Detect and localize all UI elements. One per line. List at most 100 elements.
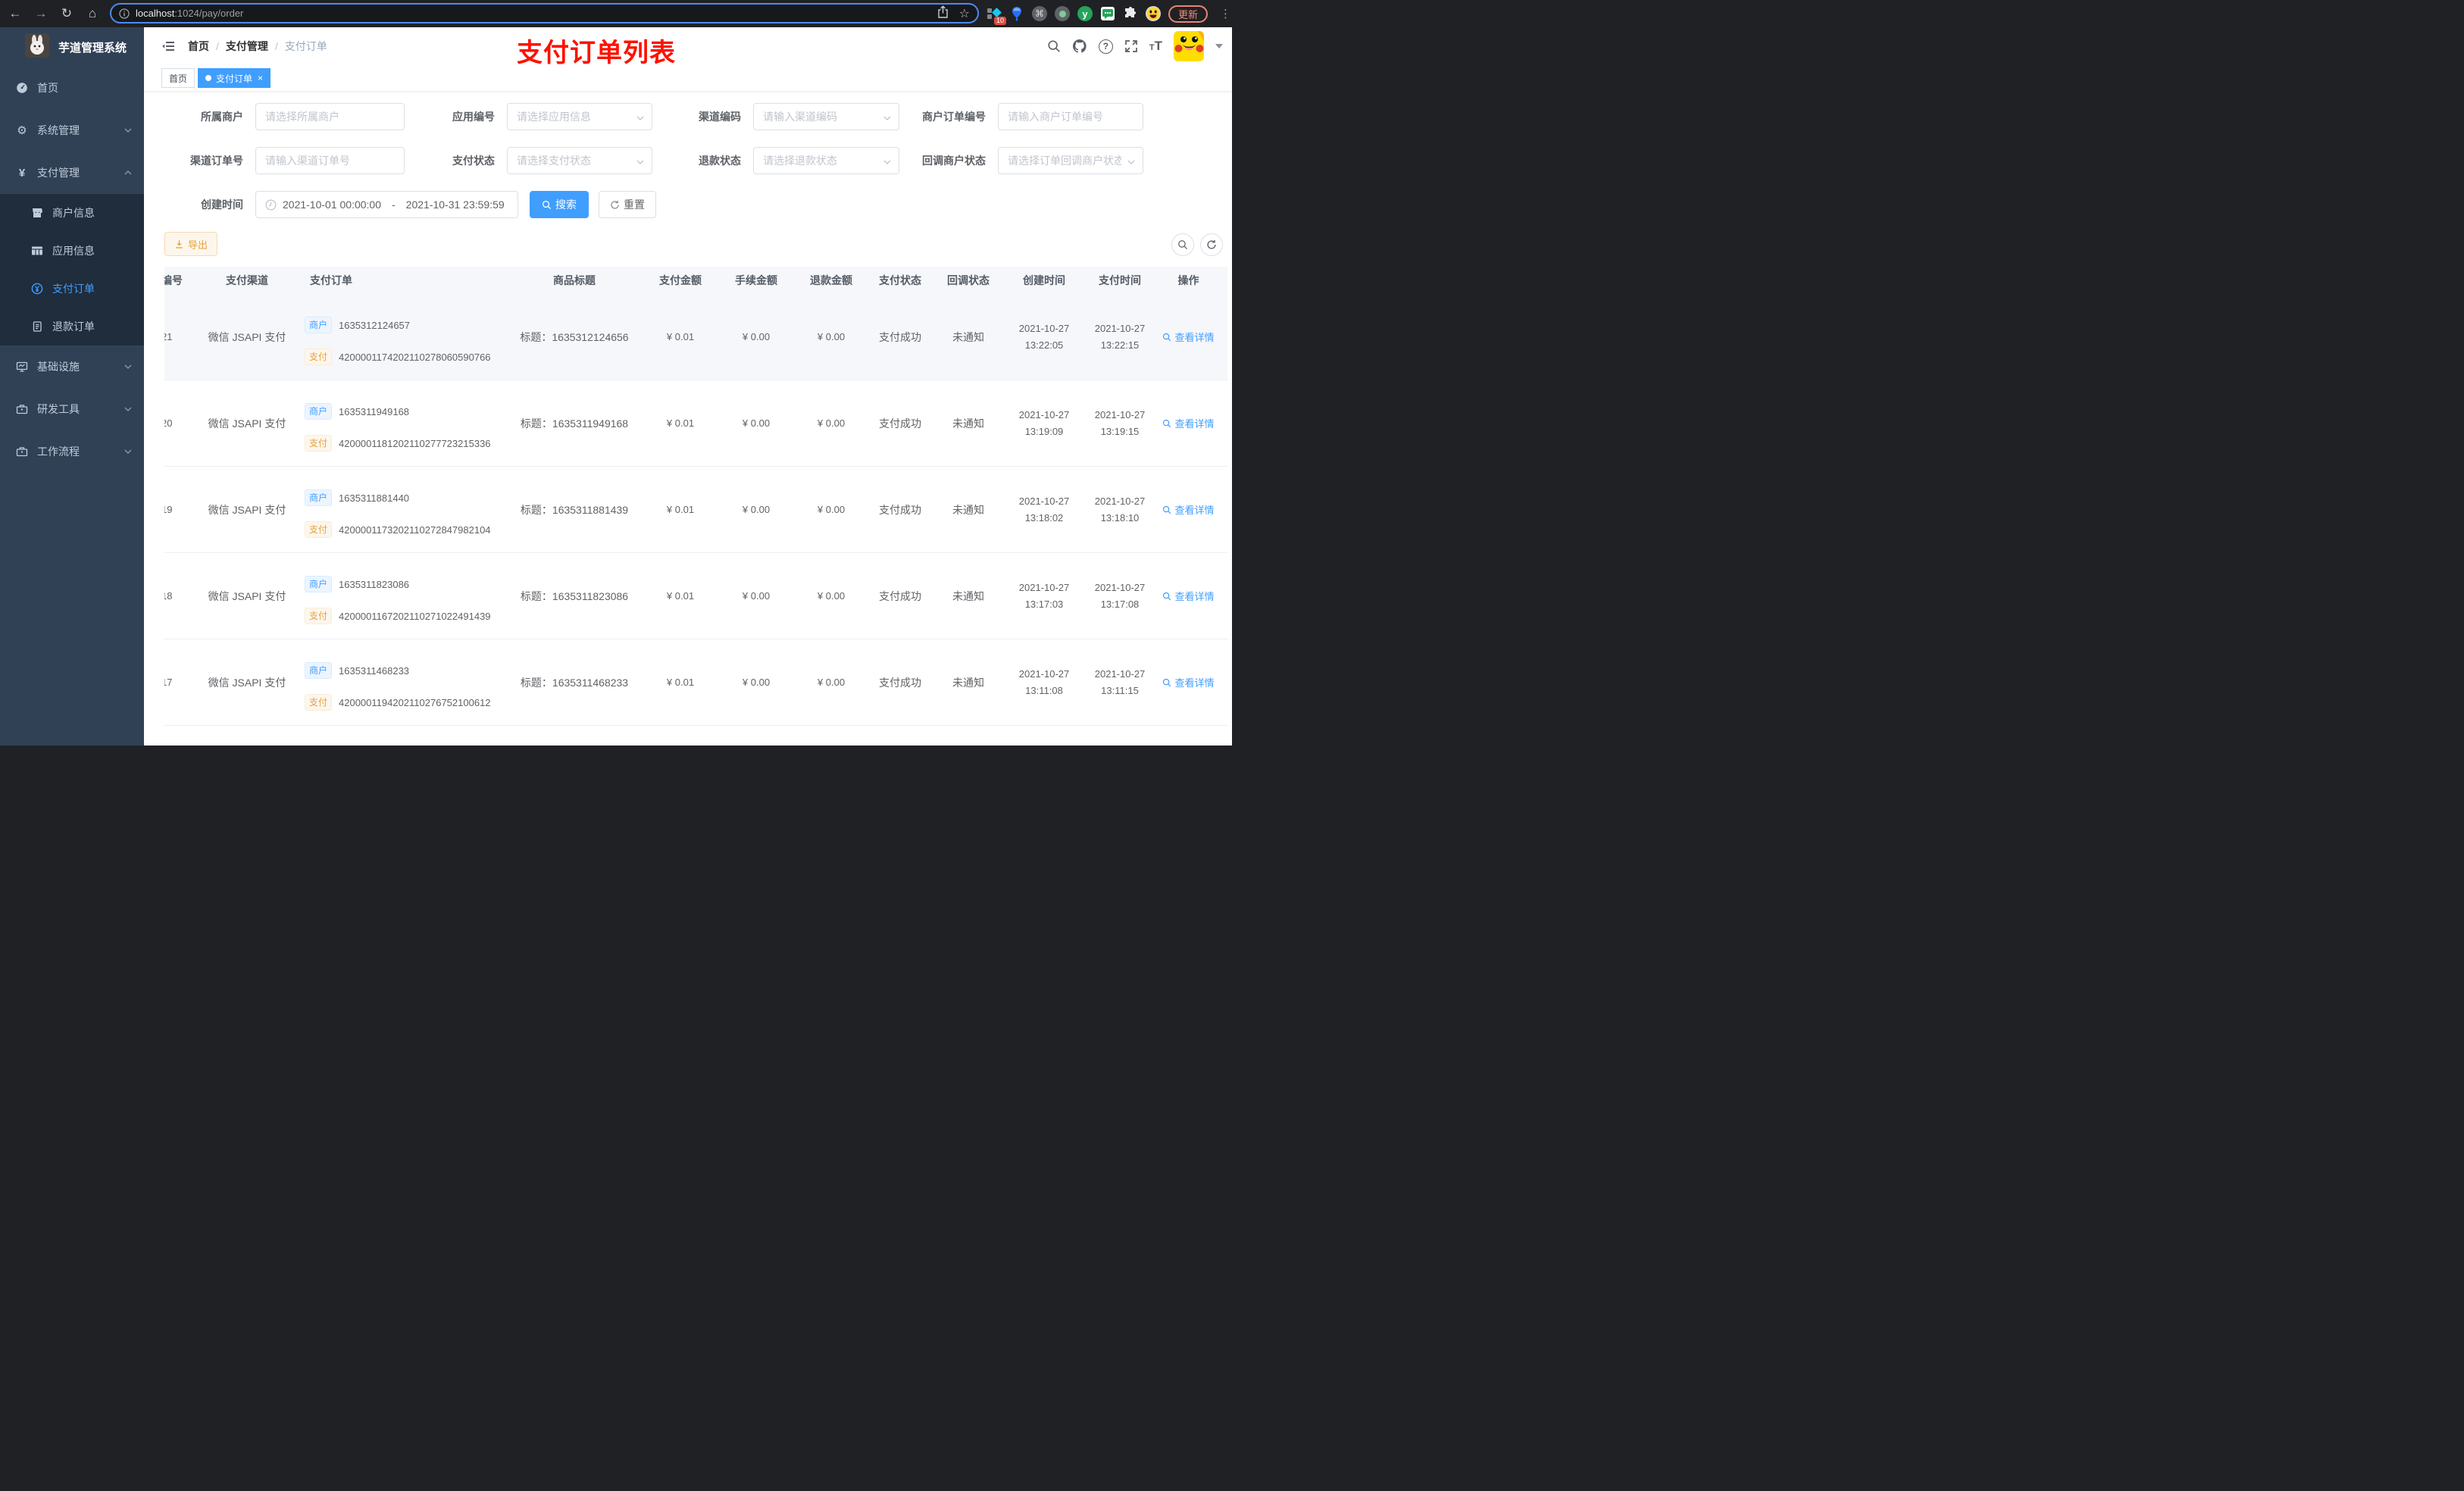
breadcrumb-payment[interactable]: 支付管理	[226, 39, 268, 54]
sidebar-item-devtools[interactable]: 研发工具	[0, 388, 144, 430]
pay-status-select[interactable]: 请选择支付状态	[507, 147, 652, 174]
sidebar-item-refund-order[interactable]: 退款订单	[0, 308, 144, 345]
share-icon[interactable]	[937, 5, 949, 22]
user-avatar[interactable]	[1174, 31, 1204, 61]
sidebar-item-merchant-info[interactable]: 商户信息	[0, 194, 144, 232]
table-row: 商户 1635311251736	[164, 726, 1227, 746]
pay-channel: 微信 JSAPI 支付	[208, 589, 286, 602]
search-icon[interactable]	[1047, 39, 1061, 53]
actions-cell: 查看详情	[1149, 294, 1227, 380]
order-id	[164, 726, 195, 746]
filter-form: 所属商户 请选择所属商户 应用编号 请选择应用信息 渠道编码 请输入渠道编码 商…	[164, 103, 1143, 218]
chat-extension-icon[interactable]	[1100, 6, 1115, 21]
avatar-caret-icon[interactable]	[1215, 44, 1223, 48]
browser-back-button[interactable]: ←	[5, 0, 26, 27]
view-details-link[interactable]: 查看详情	[1162, 675, 1215, 689]
view-details-link[interactable]: 查看详情	[1162, 330, 1215, 344]
product-title	[490, 726, 658, 746]
col-header-channel: 支付渠道	[226, 274, 268, 286]
sidebar-logo[interactable]: 芋道管理系统	[0, 27, 144, 67]
app-title: 芋道管理系统	[58, 41, 127, 55]
tab-pay-order[interactable]: 支付订单 ×	[198, 68, 271, 88]
refresh-button[interactable]	[1200, 233, 1223, 256]
merchant-order-no: 1635311949168	[339, 405, 410, 417]
app-window: ← → ↻ ⌂ localhost:1024/pay/order ☆ 10 ⌘ …	[0, 0, 1232, 746]
chevron-down-icon	[636, 113, 645, 127]
channel-order-no: 4200001181202110277723215336	[339, 437, 491, 449]
table-header-row: 编号 支付渠道 支付订单 商品标题 支付金额 手续金额 退款金额 支付状态 回调…	[164, 267, 1227, 294]
product-title: 标题：1635311949168	[520, 417, 629, 430]
export-button[interactable]: 导出	[164, 232, 218, 256]
header-actions: ? TT	[1047, 27, 1223, 65]
view-details-link[interactable]: 查看详情	[1162, 416, 1215, 430]
field-label: 回调商户状态	[922, 155, 986, 167]
sidebar-item-pay-order[interactable]: 支付订单	[0, 270, 144, 308]
pay-channel	[200, 726, 294, 746]
recorder-extension-icon[interactable]	[1055, 6, 1070, 21]
sidebar-item-infra[interactable]: 基础设施	[0, 345, 144, 388]
actions-cell: 查看详情	[1149, 639, 1227, 725]
sidebar-toggle-icon[interactable]	[161, 39, 175, 57]
col-header-title: 商品标题	[553, 274, 596, 286]
logo-rabbit-avatar	[25, 33, 49, 61]
breadcrumb: 首页 / 支付管理 / 支付订单	[188, 39, 327, 54]
col-header-pay-order: 支付订单	[310, 274, 352, 286]
help-icon[interactable]: ?	[1098, 39, 1113, 54]
address-bar[interactable]: localhost:1024/pay/order ☆	[110, 3, 979, 23]
annotation-title: 支付订单列表	[517, 39, 676, 67]
order-id: 20	[164, 417, 173, 429]
site-info-icon[interactable]	[119, 8, 130, 19]
breadcrumb-home[interactable]: 首页	[188, 39, 209, 54]
emoji-extension-icon[interactable]	[1146, 6, 1161, 21]
merchant-order-no-input[interactable]: 请输入商户订单编号	[998, 103, 1143, 130]
sidebar-item-payment[interactable]: ¥ 支付管理	[0, 152, 144, 194]
shop-icon	[31, 207, 43, 219]
col-header-id: 编号	[164, 274, 183, 286]
browser-reload-button[interactable]: ↻	[56, 0, 77, 27]
app-select[interactable]: 请选择应用信息	[507, 103, 652, 130]
chevron-down-icon	[124, 447, 133, 456]
sidebar-item-workflow[interactable]: 工作流程	[0, 430, 144, 473]
extensions-puzzle-icon[interactable]	[1123, 6, 1138, 21]
search-button[interactable]: 搜索	[530, 191, 589, 218]
reset-button[interactable]: 重置	[599, 191, 656, 218]
browser-menu-icon[interactable]: ⋮	[1220, 7, 1231, 20]
channel-order-no: 4200001194202110276752100612	[339, 696, 491, 708]
sidebar-item-app-info[interactable]: 应用信息	[0, 232, 144, 270]
merchant-tag: 商户	[305, 662, 333, 679]
briefcase-icon	[16, 403, 28, 415]
tags-view: 首页 支付订单 ×	[144, 65, 1232, 92]
font-size-icon[interactable]: TT	[1149, 39, 1162, 54]
pay-tag: 支付	[305, 435, 333, 452]
proxy-extension-icon[interactable]: 10	[987, 6, 1006, 25]
tab-home[interactable]: 首页	[161, 68, 195, 88]
field-label: 创建时间	[201, 198, 243, 211]
y-extension-icon[interactable]: y	[1077, 6, 1093, 21]
bookmark-star-icon[interactable]: ☆	[959, 6, 970, 21]
browser-forward-button[interactable]: →	[30, 0, 52, 27]
channel-order-no-input[interactable]: 请输入渠道订单号	[255, 147, 405, 174]
browser-update-button[interactable]: 更新	[1168, 5, 1209, 23]
app-header: 首页 / 支付管理 / 支付订单 ? TT	[144, 27, 1232, 65]
command-extension-icon[interactable]: ⌘	[1032, 6, 1047, 21]
create-time-range-input[interactable]: 2021-10-01 00:00:00 - 2021-10-31 23:59:5…	[255, 191, 518, 218]
toggle-search-button[interactable]	[1171, 233, 1194, 256]
channel-code-select[interactable]: 请输入渠道编码	[753, 103, 899, 130]
sidebar-item-home[interactable]: 首页	[0, 67, 144, 109]
url-text: localhost:1024/pay/order	[136, 8, 244, 19]
browser-home-button[interactable]: ⌂	[82, 0, 103, 27]
merchant-select[interactable]: 请选择所属商户	[255, 103, 405, 130]
github-icon[interactable]	[1072, 39, 1087, 54]
refund-status-select[interactable]: 请选择退款状态	[753, 147, 899, 174]
fullscreen-icon[interactable]	[1124, 39, 1138, 53]
sidebar-item-system[interactable]: ⚙ 系统管理	[0, 109, 144, 152]
chevron-down-icon	[124, 362, 133, 371]
view-details-link[interactable]: 查看详情	[1162, 502, 1215, 517]
balloon-extension-icon[interactable]	[1009, 6, 1024, 21]
tab-close-icon[interactable]: ×	[258, 73, 263, 83]
col-header-actions: 操作	[1177, 274, 1199, 286]
channel-order-no: 4200001174202110278060590766	[339, 351, 491, 363]
view-details-link[interactable]: 查看详情	[1162, 589, 1215, 603]
pay-tag: 支付	[305, 349, 333, 365]
callback-status-select[interactable]: 请选择订单回调商户状态	[998, 147, 1143, 174]
